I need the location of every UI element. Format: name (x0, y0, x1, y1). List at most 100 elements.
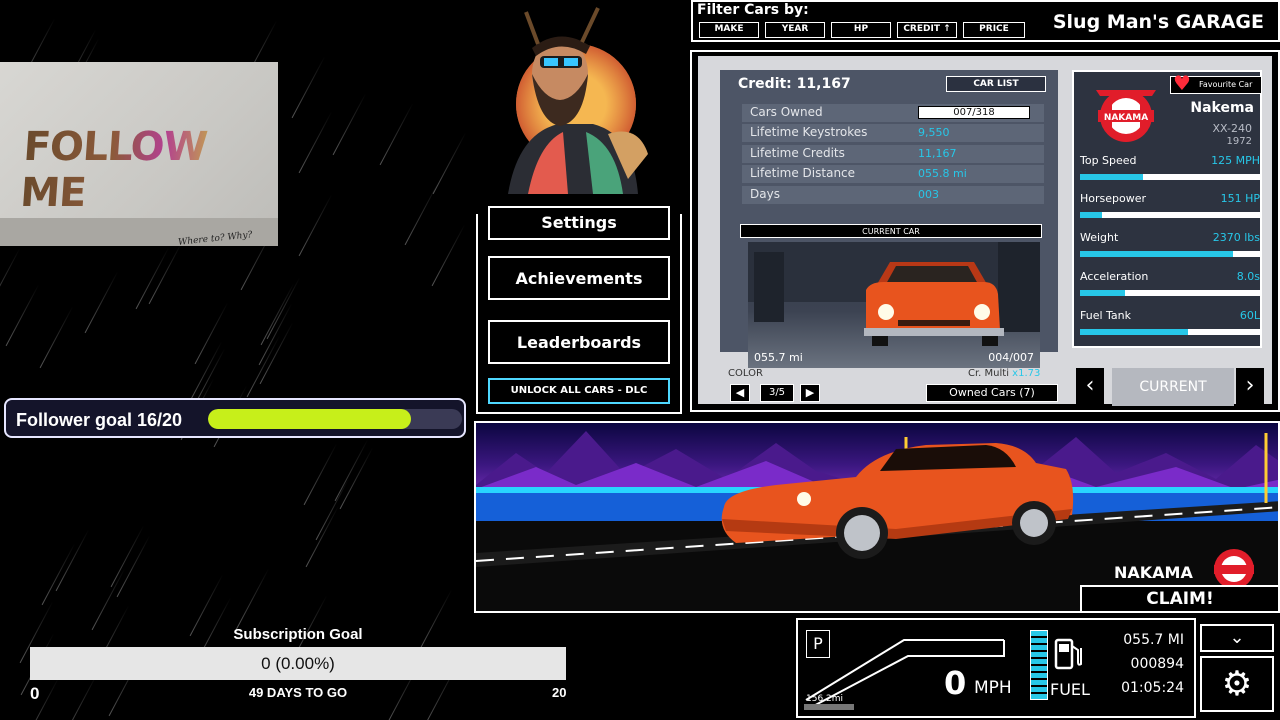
rain-streak (291, 55, 326, 119)
stat-row: Lifetime Credits 11,167 (742, 145, 1044, 163)
subscription-goal-min: 0 (30, 684, 40, 703)
filter-year-button[interactable]: YEAR (765, 22, 825, 38)
graffiti-text: FOLLOW ME (19, 124, 278, 216)
spec-label: Fuel Tank (1080, 309, 1131, 322)
game-menu-panel: Settings Achievements Leaderboards UNLOC… (476, 206, 682, 414)
current-car-button[interactable]: CURRENT (1112, 368, 1234, 406)
spec-label: Horsepower (1080, 192, 1147, 205)
settings-menu-button[interactable]: Settings (488, 206, 670, 240)
spec-bar (1080, 290, 1260, 296)
spec-bar-fill (1080, 329, 1188, 335)
rain-streak (379, 102, 414, 166)
rain-streak (41, 542, 76, 606)
next-car-button[interactable]: › (1236, 368, 1264, 406)
filter-title: Filter Cars by: (697, 2, 809, 18)
stat-row: Days 003 (742, 186, 1044, 204)
logo-text: NAKAMA (1104, 113, 1148, 123)
car-make: Nakema (1190, 100, 1254, 116)
color-next-button[interactable]: ▶ (800, 384, 820, 402)
spec-bar-fill (1080, 251, 1233, 257)
spec-value: 151 HP (1220, 192, 1260, 205)
spec-bar (1080, 329, 1260, 335)
current-car-image: 055.7 mi 004/007 (748, 242, 1040, 368)
garage-inner: Credit: 11,167 CAR LIST Cars Owned 007/3… (698, 56, 1272, 406)
rain-streak (55, 528, 90, 592)
heart-icon: ♥ (1173, 71, 1191, 95)
fuel-label: FUEL (1050, 680, 1090, 699)
follow-me-photo: FOLLOW ME Where to? Why? (0, 62, 278, 246)
rain-streak (266, 276, 301, 340)
color-value: 3/5 (760, 384, 794, 402)
rain-streak (194, 301, 229, 365)
rain-streak (135, 246, 170, 310)
leaderboards-button[interactable]: Leaderboards (488, 320, 670, 364)
rain-streak (315, 477, 350, 541)
prev-car-button[interactable]: ‹ (1076, 368, 1104, 406)
rain-streak (63, 673, 98, 720)
garage-panel: Credit: 11,167 CAR LIST Cars Owned 007/3… (690, 50, 1280, 412)
garage-car-icon (748, 242, 1040, 346)
unlock-all-cars-button[interactable]: UNLOCK ALL CARS - DLC (488, 378, 670, 404)
car-list-button[interactable]: CAR LIST (946, 76, 1046, 92)
subscription-goal-max: 20 (552, 685, 567, 700)
favourite-car-toggle[interactable]: ♥ Favourite Car (1170, 71, 1262, 95)
follower-goal-track (208, 409, 462, 429)
rain-streak (332, 92, 367, 156)
rain-streak (39, 305, 74, 369)
filter-credit-button[interactable]: CREDIT ↑ (897, 22, 957, 38)
claim-button[interactable]: CLAIM! (1080, 585, 1278, 611)
color-prev-button[interactable]: ◀ (730, 384, 750, 402)
odometer: 000894 (1130, 656, 1184, 672)
spec-value: 8.0s (1236, 270, 1260, 283)
stat-label: Lifetime Distance (750, 166, 856, 180)
filter-make-button[interactable]: MAKE (699, 22, 759, 38)
achievements-button[interactable]: Achievements (488, 256, 670, 300)
stat-label: Lifetime Credits (750, 146, 845, 160)
stat-label: Days (750, 187, 780, 201)
dashboard: P 156.2mi 0 MPH FUEL 055.7 MI 000894 01:… (796, 618, 1196, 718)
garage-title: Slug Man's GARAGE (1052, 11, 1264, 33)
road-scene: NAKAMA CLAIM! (474, 421, 1280, 613)
speed-value: 0 (944, 664, 967, 702)
color-label: COLOR (728, 368, 763, 379)
spec-bar-fill (1080, 174, 1143, 180)
rain-streak (431, 223, 466, 287)
rain-streak (303, 442, 338, 506)
stat-value: 007/318 (918, 106, 1030, 119)
spec-bar (1080, 251, 1260, 257)
credit-display: Credit: 11,167 (738, 76, 851, 92)
settings-gear-icon[interactable]: ⚙ (1200, 656, 1274, 712)
streamer-avatar (508, 7, 648, 194)
fuel-gauge (1030, 630, 1048, 700)
scene-brand-label: NAKAMA (1114, 563, 1193, 582)
owned-cars-button[interactable]: Owned Cars (7) (926, 384, 1058, 402)
tach-value: 156.2mi (806, 694, 844, 704)
filter-price-button[interactable]: PRICE (963, 22, 1025, 38)
current-car-label: CURRENT CAR (740, 224, 1042, 238)
speed-unit: MPH (974, 678, 1012, 698)
rain-streak (298, 193, 333, 257)
subscription-goal-title: Subscription Goal (233, 626, 363, 643)
rain-streak (339, 446, 374, 510)
spec-value: 2370 lbs (1212, 231, 1260, 244)
rain-streak (246, 334, 281, 398)
rain-streak (404, 182, 439, 246)
stat-label: Lifetime Keystrokes (750, 125, 868, 139)
spec-bar-fill (1080, 290, 1125, 296)
follower-goal-label: Follower goal 16/20 (16, 410, 183, 430)
trip-distance: 055.7 MI (1123, 632, 1184, 648)
drive-time: 01:05:24 (1121, 680, 1184, 696)
spec-label: Top Speed (1080, 154, 1137, 167)
rain-streak (305, 504, 340, 568)
stat-label: Cars Owned (750, 105, 823, 119)
filter-hp-button[interactable]: HP (831, 22, 891, 38)
player-stats-panel: Credit: 11,167 CAR LIST Cars Owned 007/3… (720, 70, 1058, 368)
favourite-label: Favourite Car (1199, 80, 1253, 89)
spec-label: Weight (1080, 231, 1119, 244)
cr-multi-label: Cr. Multi (968, 368, 1009, 379)
spec-value: 60L (1239, 309, 1260, 322)
spec-label: Acceleration (1080, 270, 1149, 283)
cr-multi-value: x1.73 (1012, 368, 1041, 379)
collapse-chevron-icon[interactable]: ⌄ (1200, 624, 1274, 652)
car-model: XX-240 (1212, 122, 1253, 135)
